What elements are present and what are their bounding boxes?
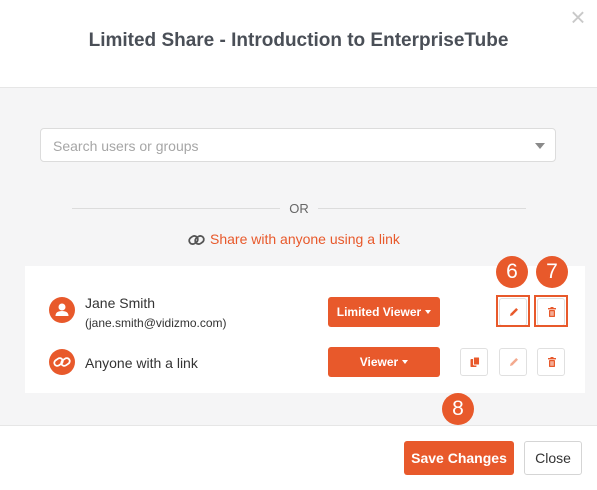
close-icon[interactable]: × <box>566 4 590 30</box>
share-link-label: Share with anyone using a link <box>210 231 400 247</box>
delete-button[interactable] <box>537 298 565 326</box>
divider-right <box>318 208 526 209</box>
user-icon <box>49 297 75 323</box>
divider-left <box>72 208 280 209</box>
or-divider-text: OR <box>289 201 309 216</box>
link-icon <box>188 235 205 245</box>
edit-button[interactable] <box>499 298 527 326</box>
callout-badge: 7 <box>536 256 568 288</box>
chevron-down-icon <box>425 310 432 314</box>
dialog-header: Limited Share - Introduction to Enterpri… <box>0 0 597 88</box>
callout-badge: 8 <box>442 393 474 425</box>
dialog-title: Limited Share - Introduction to Enterpri… <box>88 30 509 51</box>
copy-button[interactable] <box>460 348 488 376</box>
role-dropdown-button[interactable]: Viewer <box>328 347 440 377</box>
edit-icon <box>510 358 518 366</box>
search-input[interactable] <box>51 129 525 163</box>
delete-icon <box>548 307 556 317</box>
edit-icon <box>510 308 518 316</box>
link-icon <box>49 349 75 375</box>
delete-icon <box>548 357 556 367</box>
share-list: Jane Smith (jane.smith@vidizmo.com) Limi… <box>25 266 585 393</box>
entry-name: Anyone with a link <box>85 355 198 371</box>
callout-badge: 6 <box>496 256 528 288</box>
close-button[interactable]: Close <box>524 441 582 475</box>
role-label: Limited Viewer <box>336 305 422 319</box>
chevron-down-icon <box>402 360 409 364</box>
entry-name: Jane Smith <box>85 295 156 311</box>
chevron-down-icon[interactable] <box>535 143 545 149</box>
role-label: Viewer <box>359 355 399 369</box>
save-button[interactable]: Save Changes <box>404 441 514 475</box>
delete-button[interactable] <box>537 348 565 376</box>
edit-button[interactable] <box>499 348 527 376</box>
role-dropdown-button[interactable]: Limited Viewer <box>328 297 440 327</box>
search-dropdown[interactable] <box>40 128 556 163</box>
entry-email: (jane.smith@vidizmo.com) <box>85 316 227 330</box>
copy-icon <box>470 356 480 367</box>
share-with-link[interactable]: Share with anyone using a link <box>188 231 400 247</box>
